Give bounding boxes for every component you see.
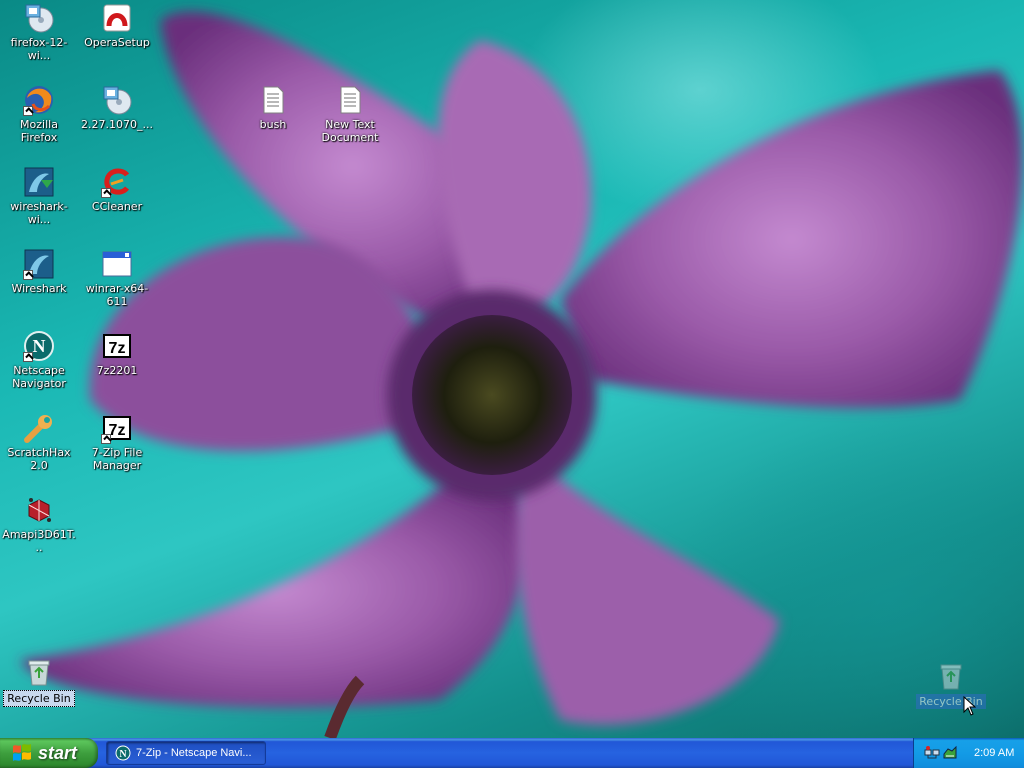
desktop-icon-mozilla-firefox[interactable]: Mozilla Firefox (0, 84, 78, 144)
taskbar: start N 7-Zip - Netscape Navi... 2:09 AM (0, 738, 1024, 768)
desktop-icon-amapi3d[interactable]: Amapi3D61T... (0, 494, 78, 554)
shortcut-arrow-icon (23, 270, 33, 280)
desktop[interactable]: firefox-12-wi... Mozilla Firefox wiresha… (0, 0, 1024, 738)
start-button[interactable]: start (0, 738, 98, 768)
desktop-icon-7zip-file-manager[interactable]: 7z 7-Zip File Manager (78, 412, 156, 472)
ccleaner-icon (101, 166, 133, 198)
security-icon[interactable] (942, 745, 958, 761)
wireshark-icon (23, 248, 55, 280)
desktop-icon-netscape-navigator[interactable]: N Netscape Navigator (0, 330, 78, 390)
desktop-icon-bush[interactable]: bush (234, 84, 312, 131)
desktop-icon-installer-2-27[interactable]: 2.27.1070_... (78, 84, 156, 131)
desktop-icon-label: Recycle Bin (3, 690, 75, 707)
desktop-icon-label: wireshark-wi... (10, 200, 68, 226)
desktop-icon-label: ScratchHax 2.0 (7, 446, 71, 472)
desktop-icon-scratchhax[interactable]: ScratchHax 2.0 (0, 412, 78, 472)
taskbar-button-netscape[interactable]: N 7-Zip - Netscape Navi... (106, 741, 266, 765)
desktop-icon-label: CCleaner (91, 200, 143, 213)
desktop-icon-wireshark[interactable]: Wireshark (0, 248, 78, 295)
clock[interactable]: 2:09 AM (974, 747, 1014, 759)
desktop-icon-label: Netscape Navigator (12, 364, 66, 390)
desktop-icon-new-text-document[interactable]: New Text Document (311, 84, 389, 144)
recycle-bin-icon (935, 660, 967, 692)
dragged-recycle-bin-ghost[interactable]: Recycle Bin (912, 660, 990, 709)
amapi-icon (23, 494, 55, 526)
desktop-icon-label: firefox-12-wi... (10, 36, 68, 62)
desktop-icon-label: Mozilla Firefox (20, 118, 58, 144)
wrench-icon (23, 412, 55, 444)
7zip-icon: 7z (101, 330, 133, 362)
netscape-icon: N (115, 745, 131, 761)
svg-text:N: N (119, 749, 127, 760)
desktop-icon-label: Amapi3D61T... (2, 528, 76, 554)
system-tray: 2:09 AM (913, 738, 1024, 768)
svg-text:7z: 7z (109, 340, 126, 357)
window-icon (101, 248, 133, 280)
shortcut-arrow-icon (23, 352, 33, 362)
shortcut-arrow-icon (101, 434, 111, 444)
taskbar-button-label: 7-Zip - Netscape Navi... (136, 747, 252, 759)
desktop-icon-firefox-installer[interactable]: firefox-12-wi... (0, 2, 78, 62)
text-document-icon (257, 84, 289, 116)
recycle-bin-icon (23, 656, 55, 688)
firefox-icon (23, 84, 55, 116)
shortcut-arrow-icon (101, 188, 111, 198)
network-icon[interactable] (924, 745, 940, 761)
mouse-cursor-icon (963, 696, 976, 716)
desktop-icon-7z2201[interactable]: 7z 7z2201 (78, 330, 156, 377)
desktop-icon-label: New Text Document (321, 118, 379, 144)
svg-text:N: N (33, 336, 46, 356)
desktop-icon-label: winrar-x64-611 (85, 282, 149, 308)
installer-cd-icon (23, 2, 55, 34)
desktop-icon-recycle-bin[interactable]: Recycle Bin (0, 656, 78, 707)
desktop-icon-label: 2.27.1070_... (81, 118, 153, 131)
desktop-icon-opera-setup[interactable]: OperaSetup (78, 2, 156, 49)
installer-cd-icon (101, 84, 133, 116)
desktop-icon-label: 7z2201 (96, 364, 138, 377)
desktop-icon-label: bush (259, 118, 287, 131)
wireshark-installer-icon (23, 166, 55, 198)
shortcut-arrow-icon (23, 106, 33, 116)
text-document-icon (334, 84, 366, 116)
7zip-icon: 7z (101, 412, 133, 444)
windows-logo-icon (13, 744, 31, 761)
netscape-icon: N (23, 330, 55, 362)
desktop-icon-label: Wireshark (11, 282, 67, 295)
desktop-icon-ccleaner[interactable]: CCleaner (78, 166, 156, 213)
desktop-icon-label: OperaSetup (84, 36, 150, 49)
svg-text:7z: 7z (109, 422, 126, 439)
desktop-icon-winrar[interactable]: winrar-x64-611 (78, 248, 156, 308)
desktop-icon-label: 7-Zip File Manager (91, 446, 143, 472)
desktop-icon-wireshark-installer[interactable]: wireshark-wi... (0, 166, 78, 226)
opera-setup-icon (101, 2, 133, 34)
start-label: start (38, 742, 78, 763)
